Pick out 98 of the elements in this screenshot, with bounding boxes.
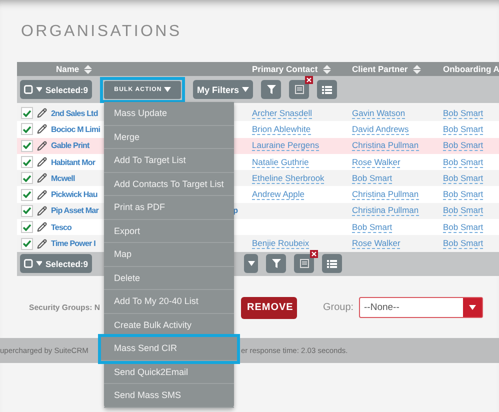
- partner-link[interactable]: Rose Walker: [352, 156, 400, 168]
- list-icon: [322, 86, 332, 94]
- menu-item[interactable]: Print as PDF: [104, 196, 234, 220]
- edit-icon[interactable]: [37, 108, 47, 118]
- organisation-link[interactable]: 2nd Sales Ltd: [51, 108, 98, 118]
- row-checkbox[interactable]: [21, 156, 33, 168]
- menu-item[interactable]: Map: [104, 243, 234, 266]
- organisation-link[interactable]: Time Power I: [51, 239, 96, 248]
- user-link[interactable]: Bob Smart: [443, 222, 484, 233]
- selection-button[interactable]: Selected:9: [20, 80, 92, 99]
- row-checkbox[interactable]: [21, 204, 33, 217]
- column-header[interactable]: Client Partner: [352, 64, 408, 74]
- contact-link[interactable]: Brion Ablewhite: [252, 124, 311, 135]
- organisation-link[interactable]: Pickwick Hau: [51, 190, 98, 200]
- menu-item[interactable]: Merge: [104, 126, 234, 149]
- document-icon: [300, 259, 308, 268]
- filter-button[interactable]: [261, 80, 281, 99]
- list-view-button[interactable]: [322, 254, 342, 274]
- row-checkbox[interactable]: [21, 188, 33, 201]
- row-checkbox[interactable]: [21, 221, 33, 234]
- user-link[interactable]: Bob Smart: [443, 156, 484, 168]
- edit-icon[interactable]: [37, 238, 47, 249]
- column-header[interactable]: Name: [56, 64, 80, 74]
- page-title: ORGANISATIONS: [21, 22, 183, 42]
- contact-link[interactable]: Benjie Roubeix: [252, 238, 310, 250]
- caret-icon: [242, 87, 249, 92]
- filters-button[interactable]: My Filters: [193, 80, 253, 99]
- group-label: Group:: [323, 302, 355, 314]
- edit-icon[interactable]: [37, 222, 47, 232]
- user-link[interactable]: Bob Smart: [443, 189, 484, 200]
- user-link[interactable]: Bob Smart: [443, 205, 484, 216]
- organisation-link[interactable]: Pip Asset Mar: [51, 206, 98, 216]
- close-icon[interactable]: [305, 76, 313, 84]
- caret-icon: [36, 87, 42, 92]
- row-checkbox[interactable]: [21, 238, 33, 250]
- contact-link[interactable]: Archer Snasdell: [252, 108, 312, 119]
- menu-item[interactable]: Export: [104, 220, 234, 243]
- contact-link[interactable]: Andrew Apple: [252, 189, 304, 200]
- partner-link[interactable]: Christina Pullman: [352, 189, 419, 200]
- document-icon: [294, 85, 304, 94]
- column-header[interactable]: Primary Contact: [252, 64, 318, 74]
- partner-link[interactable]: Gavin Watson: [352, 108, 406, 119]
- edit-icon[interactable]: [37, 140, 47, 151]
- menu-item[interactable]: Add To My 20-40 List: [104, 290, 234, 314]
- sort-icon[interactable]: [84, 64, 92, 74]
- caret-icon: [36, 261, 42, 266]
- close-icon[interactable]: [310, 250, 318, 258]
- partner-link[interactable]: David Andrews: [352, 124, 409, 135]
- checkbox-icon: [24, 259, 33, 268]
- filter-icon: [266, 85, 276, 94]
- filter-button[interactable]: [266, 254, 286, 274]
- filters-button[interactable]: [244, 254, 258, 274]
- row-checkbox[interactable]: [21, 140, 33, 152]
- selection-button[interactable]: Selected:9: [20, 254, 92, 274]
- partner-link[interactable]: Christina Pullman: [352, 205, 419, 216]
- menu-item[interactable]: Add To Target List: [104, 149, 234, 172]
- sort-icon[interactable]: [322, 64, 331, 74]
- edit-icon[interactable]: [37, 157, 47, 168]
- user-link[interactable]: Bob Smart: [443, 140, 484, 152]
- menu-item[interactable]: Add Contacts To Target List: [104, 172, 234, 196]
- organisation-link[interactable]: Mcwell: [51, 174, 75, 183]
- menu-item[interactable]: Send Quick2Email: [104, 360, 234, 384]
- column-header[interactable]: Onboarding A: [443, 64, 499, 74]
- organisation-link[interactable]: Tesco: [51, 222, 72, 232]
- partner-link[interactable]: Rose Walker: [352, 238, 400, 250]
- user-link[interactable]: Bob Smart: [443, 238, 484, 250]
- edit-icon[interactable]: [37, 190, 47, 200]
- list-view-button[interactable]: [317, 80, 337, 99]
- checkbox-icon: [24, 85, 33, 94]
- row-checkbox[interactable]: [21, 123, 33, 136]
- user-link[interactable]: Bob Smart: [443, 108, 484, 119]
- caret-icon: [164, 87, 171, 92]
- caret-icon: [469, 305, 476, 310]
- contact-link[interactable]: Etheline Sherbrook: [252, 172, 324, 184]
- row-checkbox[interactable]: [21, 172, 33, 184]
- edit-icon[interactable]: [37, 173, 47, 184]
- partner-link[interactable]: Bob Smart: [352, 172, 392, 184]
- group-select[interactable]: --None--: [359, 297, 483, 318]
- sort-icon[interactable]: [412, 64, 421, 74]
- contact-link[interactable]: Natalie Guthrie: [252, 156, 309, 168]
- organisation-link[interactable]: Habitant Mor: [51, 158, 96, 167]
- user-link[interactable]: Bob Smart: [443, 124, 484, 135]
- filter-icon: [272, 259, 280, 268]
- edit-icon[interactable]: [37, 206, 47, 216]
- partner-link[interactable]: Bob Smart: [352, 222, 392, 233]
- organisation-link[interactable]: Bocioc M Limi: [51, 124, 100, 134]
- list-icon: [327, 260, 337, 268]
- remove-button[interactable]: REMOVE: [241, 296, 297, 319]
- user-link[interactable]: Bob Smart: [443, 172, 484, 184]
- edit-icon[interactable]: [37, 124, 47, 134]
- organisation-link[interactable]: Gable Print: [51, 141, 90, 150]
- menu-item[interactable]: Delete: [104, 266, 234, 290]
- partner-link[interactable]: Christina Pullman: [352, 140, 419, 152]
- menu-item[interactable]: Send Mass SMS: [104, 384, 234, 408]
- caret-icon: [248, 261, 254, 266]
- contact-link[interactable]: Lauraine Pergens: [252, 140, 320, 152]
- row-checkbox[interactable]: [21, 107, 33, 120]
- menu-item[interactable]: Mass Update: [104, 102, 234, 126]
